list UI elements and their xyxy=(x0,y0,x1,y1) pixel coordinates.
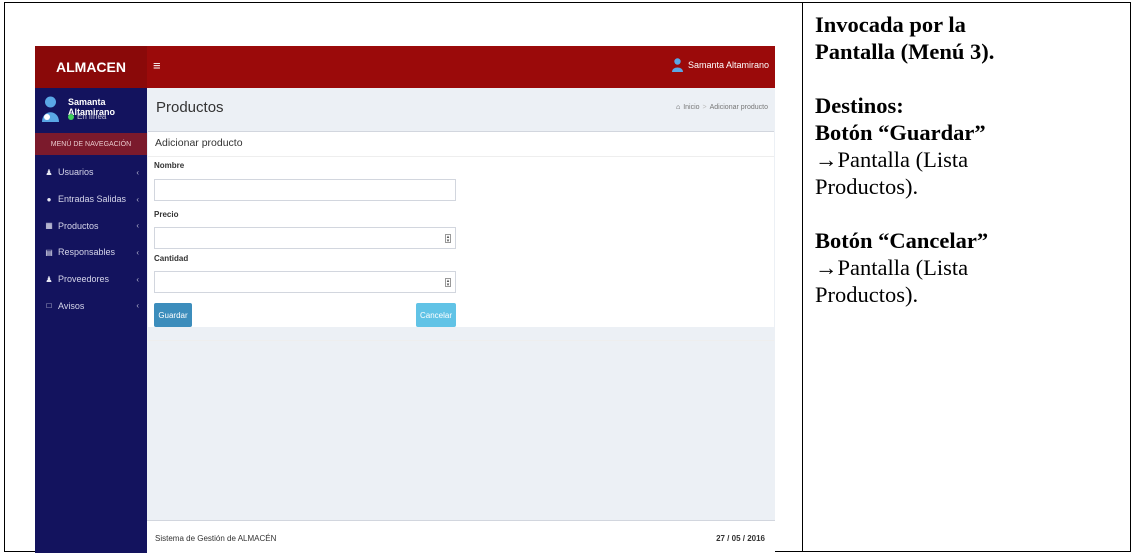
save-target-line-1: →Pantalla (Lista xyxy=(815,147,969,172)
hamburger-icon[interactable]: ≡ xyxy=(153,58,161,73)
number-spinner-icon[interactable]: ▴ ▾ xyxy=(445,278,451,288)
nombre-label: Nombre xyxy=(154,161,185,170)
chevron-left-icon: ‹ xyxy=(136,167,139,177)
monitor-icon: □ xyxy=(46,301,52,311)
cancel-target-line-1: →Pantalla (Lista xyxy=(815,255,969,280)
chevron-left-icon: ‹ xyxy=(136,194,139,204)
breadcrumb-home[interactable]: Inicio xyxy=(683,104,699,111)
user-panel: Samanta Altamirano En línea xyxy=(35,88,147,132)
chevron-left-icon: ‹ xyxy=(136,247,139,257)
invoked-line-2: Pantalla (Menú 3). xyxy=(815,39,995,64)
divider xyxy=(148,340,774,341)
sidebar-item-avisos[interactable]: □ Avisos ‹ xyxy=(35,292,147,319)
form-box: Adicionar producto Nombre Precio ▴ ▾ Cant… xyxy=(148,131,774,341)
top-user-name: Samanta Altamirano xyxy=(687,60,769,70)
sidebar-item-productos[interactable]: ▦ Productos ‹ xyxy=(35,212,147,239)
cantidad-label: Cantidad xyxy=(154,254,189,263)
avatar xyxy=(42,96,59,122)
sidebar-item-label: Responsables xyxy=(58,247,116,258)
page-title: Productos xyxy=(156,99,224,116)
sidebar-item-responsables[interactable]: ▤ Responsables ‹ xyxy=(35,239,147,266)
chevron-left-icon: ‹ xyxy=(136,301,139,311)
app-logo[interactable]: ALMACEN xyxy=(35,46,147,88)
breadcrumb: ⌂ Inicio > Adicionar producto xyxy=(676,104,768,111)
user-icon: ♟ xyxy=(45,167,53,177)
precio-label: Precio xyxy=(154,210,179,219)
breadcrumb-current: Adicionar producto xyxy=(709,104,768,111)
table-divider xyxy=(802,3,803,551)
sidebar: Samanta Altamirano En línea MENÚ DE NAVE… xyxy=(35,88,147,553)
chevron-left-icon: ‹ xyxy=(136,274,139,284)
sidebar-item-proveedores[interactable]: ♟ Proveedores ‹ xyxy=(35,266,147,293)
footer-date: 27 / 05 / 2016 xyxy=(716,534,765,543)
cancel-button-reference: Botón “Cancelar” xyxy=(815,228,989,253)
divider xyxy=(148,156,774,157)
sidebar-item-label: Productos xyxy=(58,220,99,231)
number-spinner-icon[interactable]: ▴ ▾ xyxy=(445,234,451,244)
destinos-heading: Destinos: xyxy=(815,93,904,118)
top-navbar: ALMACEN ≡ Samanta Altamirano xyxy=(35,46,775,88)
breadcrumb-separator: > xyxy=(702,104,707,111)
nav-list: ♟ Usuarios ‹ ● Entradas Salidas ‹ ▦ Prod… xyxy=(35,159,147,319)
sidebar-item-entradas-salidas[interactable]: ● Entradas Salidas ‹ xyxy=(35,186,147,213)
top-user-menu[interactable]: Samanta Altamirano xyxy=(671,58,769,72)
footer: Sistema de Gestión de ALMACÉN 27 / 05 / … xyxy=(147,520,775,553)
card-icon: ▤ xyxy=(45,247,53,257)
online-status-icon xyxy=(68,113,74,120)
sidebar-item-label: Proveedores xyxy=(58,274,110,285)
footer-system-name: Sistema de Gestión de ALMACÉN xyxy=(155,534,277,543)
sidebar-item-usuarios[interactable]: ♟ Usuarios ‹ xyxy=(35,159,147,186)
nombre-input[interactable] xyxy=(154,179,456,201)
chevron-left-icon: ‹ xyxy=(136,221,139,231)
table-icon: ▦ xyxy=(45,221,53,231)
main-content: Productos ⌂ Inicio > Adicionar producto … xyxy=(147,88,775,553)
invoked-line-1: Invocada por la xyxy=(815,12,966,37)
home-icon: ⌂ xyxy=(675,104,681,111)
app-screenshot: ALMACEN ≡ Samanta Altamirano Samanta Alt… xyxy=(35,46,775,553)
sidebar-item-label: Usuarios xyxy=(58,167,94,178)
user-icon xyxy=(671,58,683,72)
cantidad-input[interactable]: ▴ ▾ xyxy=(154,271,456,293)
sidebar-item-label: Avisos xyxy=(58,300,85,311)
sidebar-item-label: Entradas Salidas xyxy=(58,194,127,205)
box-title: Adicionar producto xyxy=(155,137,243,149)
document-table: ALMACEN ≡ Samanta Altamirano Samanta Alt… xyxy=(4,2,1131,553)
user-status-text: En línea xyxy=(77,112,107,121)
cancel-target-line-2: Productos). xyxy=(815,282,919,307)
save-button[interactable]: Guardar xyxy=(154,303,192,327)
save-button-reference: Botón “Guardar” xyxy=(815,120,986,145)
content-header: Productos ⌂ Inicio > Adicionar producto xyxy=(147,88,775,130)
user-status: En línea xyxy=(68,112,106,121)
save-target-line-2: Productos). xyxy=(815,174,919,199)
user-icon: ♟ xyxy=(45,274,53,284)
precio-input[interactable]: ▴ ▾ xyxy=(154,227,456,249)
screen-description: Invocada por la Pantalla (Menú 3). Desti… xyxy=(815,11,1130,308)
circle-icon: ● xyxy=(46,194,52,204)
cancel-button[interactable]: Cancelar xyxy=(416,303,456,327)
nav-header: MENÚ DE NAVEGACIÓN xyxy=(35,133,147,155)
